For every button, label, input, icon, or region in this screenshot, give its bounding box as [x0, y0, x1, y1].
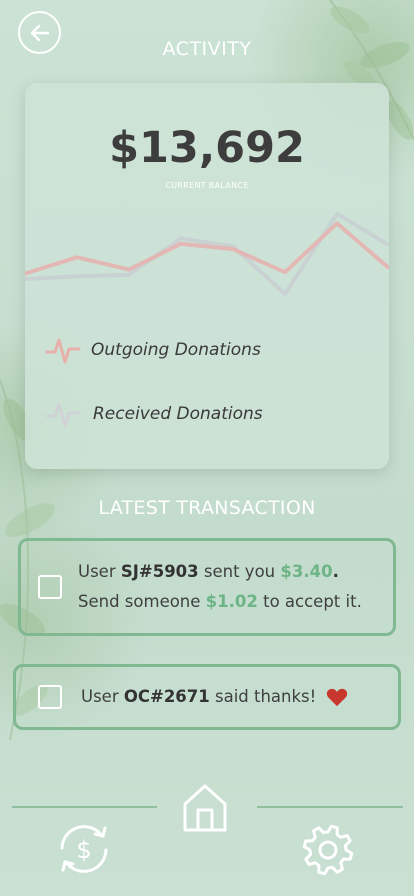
transaction-item[interactable]: User OC#2671 said thanks! [13, 664, 401, 730]
balance-label: CURRENT BALANCE [165, 181, 249, 190]
donations-line-chart [25, 211, 389, 296]
tx-amount: $3.40 [280, 562, 333, 581]
pulse-received-icon [45, 402, 81, 428]
tx-suffix: said thanks! [209, 687, 317, 706]
settings-icon[interactable] [300, 822, 356, 878]
transaction-checkbox[interactable] [38, 685, 62, 709]
nav-divider-left [12, 806, 157, 808]
tx-line2-amount: $1.02 [205, 592, 258, 611]
pulse-outgoing-icon [45, 338, 81, 364]
tx-prefix: User [81, 687, 124, 706]
chart-series-outgoing-donations [25, 221, 389, 276]
transaction-checkbox[interactable] [38, 575, 62, 599]
legend-item-received: Received Donations [45, 399, 263, 429]
transaction-item[interactable]: User SJ#5903 sent you $3.40. Send someon… [18, 538, 396, 636]
exchange-icon[interactable]: $ [50, 818, 118, 880]
tx-line2-suffix: to accept it. [257, 592, 362, 611]
heart-icon [327, 688, 348, 707]
balance-amount: $13,692 [109, 123, 305, 173]
tx-user-id: SJ#5903 [120, 562, 199, 581]
legend-label-outgoing: Outgoing Donations [91, 340, 261, 360]
transaction-text: User OC#2671 said thanks! [81, 682, 316, 712]
legend-label-received: Received Donations [93, 404, 263, 424]
balance-card: $13,692 CURRENT BALANCE Outgoing Donatio… [25, 83, 389, 469]
tx-suffix: . [332, 562, 339, 581]
home-icon[interactable] [181, 782, 229, 834]
tx-middle: sent you [198, 562, 281, 581]
page-title: ACTIVITY [162, 38, 252, 60]
transaction-text: User SJ#5903 sent you $3.40. Send someon… [78, 557, 362, 617]
tx-line2-prefix: Send someone [78, 592, 206, 611]
nav-divider-right [257, 806, 403, 808]
tx-prefix: User [78, 562, 121, 581]
tx-user-id: OC#2671 [123, 687, 210, 706]
legend-item-outgoing: Outgoing Donations [45, 335, 261, 365]
section-title-latest-transaction: LATEST TRANSACTION [98, 497, 316, 519]
dollar-glyph: $ [76, 836, 91, 864]
